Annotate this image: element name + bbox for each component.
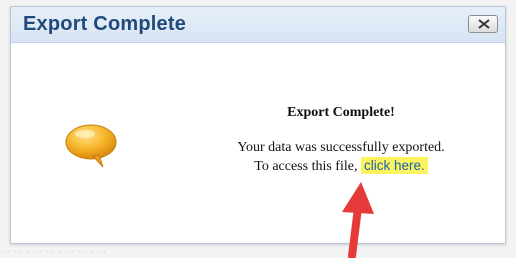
click-here-link[interactable]: click here. — [360, 157, 428, 174]
success-text: Your data was successfully exported. — [237, 140, 445, 155]
dialog-title: Export Complete — [23, 13, 187, 35]
close-icon — [478, 19, 490, 29]
background-page-text: · · · · · · · · · · · · · · · · · — [0, 246, 107, 258]
access-line: To access this file, click here. — [181, 157, 501, 176]
speech-bubble-icon — [65, 124, 117, 168]
export-complete-dialog: Export Complete Export Complete! Your da… — [10, 6, 506, 244]
export-message: Export Complete! Your data was successfu… — [181, 105, 501, 176]
dialog-titlebar: Export Complete — [11, 7, 505, 43]
annotation-arrow-icon — [342, 182, 374, 258]
access-prefix-text: To access this file, — [254, 159, 358, 174]
message-heading: Export Complete! — [287, 105, 395, 120]
close-button[interactable] — [468, 15, 498, 33]
